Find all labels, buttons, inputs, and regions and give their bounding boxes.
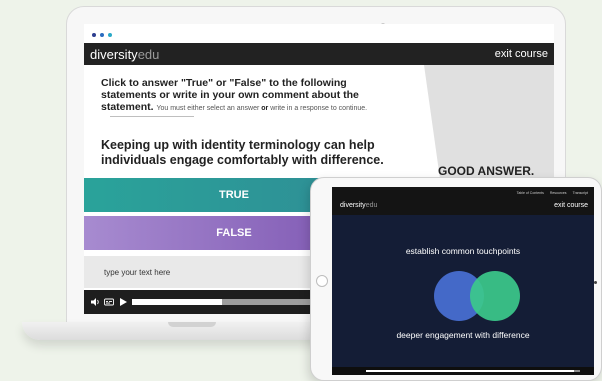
home-button[interactable] xyxy=(316,275,328,287)
progress-fill xyxy=(366,370,574,372)
laptop-notch xyxy=(168,322,216,327)
divider xyxy=(110,116,194,117)
captions-icon[interactable] xyxy=(345,368,351,374)
slide-caption: deeper engagement with difference xyxy=(396,330,530,340)
menu-item-transcript[interactable]: Transcript xyxy=(573,191,588,195)
instructions: Click to answer "True" or "False" to the… xyxy=(101,77,391,115)
slide-heading: establish common touchpoints xyxy=(405,246,521,256)
exit-course-link[interactable]: exit course xyxy=(554,202,588,209)
progress-fill xyxy=(132,299,222,305)
tablet-screen: diversityedu Table of Contents Resources… xyxy=(332,187,594,375)
diversityedu-logo: diversityedu xyxy=(340,202,378,209)
browser-dots xyxy=(92,33,112,37)
progress-bar[interactable] xyxy=(132,299,332,305)
captions-icon[interactable] xyxy=(104,297,114,307)
feedback-text: GOOD ANSWER. xyxy=(438,164,535,178)
tablet-player-bar xyxy=(332,367,594,375)
tablet-camera-dot xyxy=(594,281,597,284)
volume-icon[interactable] xyxy=(90,297,100,307)
menu-item-table-of-contents[interactable]: Table of Contents xyxy=(517,191,544,195)
exit-course-link[interactable]: exit course xyxy=(495,48,548,60)
venn-circle-right xyxy=(470,271,520,321)
browser-dot-icon xyxy=(100,33,104,37)
play-icon[interactable] xyxy=(354,368,360,374)
statement-text: Keeping up with identity terminology can… xyxy=(101,138,384,167)
diversityedu-logo: diversityedu xyxy=(90,46,160,62)
menu-item-resources[interactable]: Resources xyxy=(550,191,567,195)
tablet-frame: diversityedu Table of Contents Resources… xyxy=(310,177,602,381)
play-icon[interactable] xyxy=(118,297,128,307)
tablet-menu: Table of Contents Resources Transcript xyxy=(517,191,588,195)
volume-icon[interactable] xyxy=(336,368,342,374)
instructions-note: You must either select an answer or writ… xyxy=(156,105,368,112)
course-header: diversityedu exit course xyxy=(84,43,554,65)
venn-diagram xyxy=(434,271,520,321)
browser-dot-icon xyxy=(108,33,112,37)
browser-dot-icon xyxy=(92,33,96,37)
tablet-header: diversityedu Table of Contents Resources… xyxy=(332,187,594,215)
progress-bar[interactable] xyxy=(366,370,580,372)
